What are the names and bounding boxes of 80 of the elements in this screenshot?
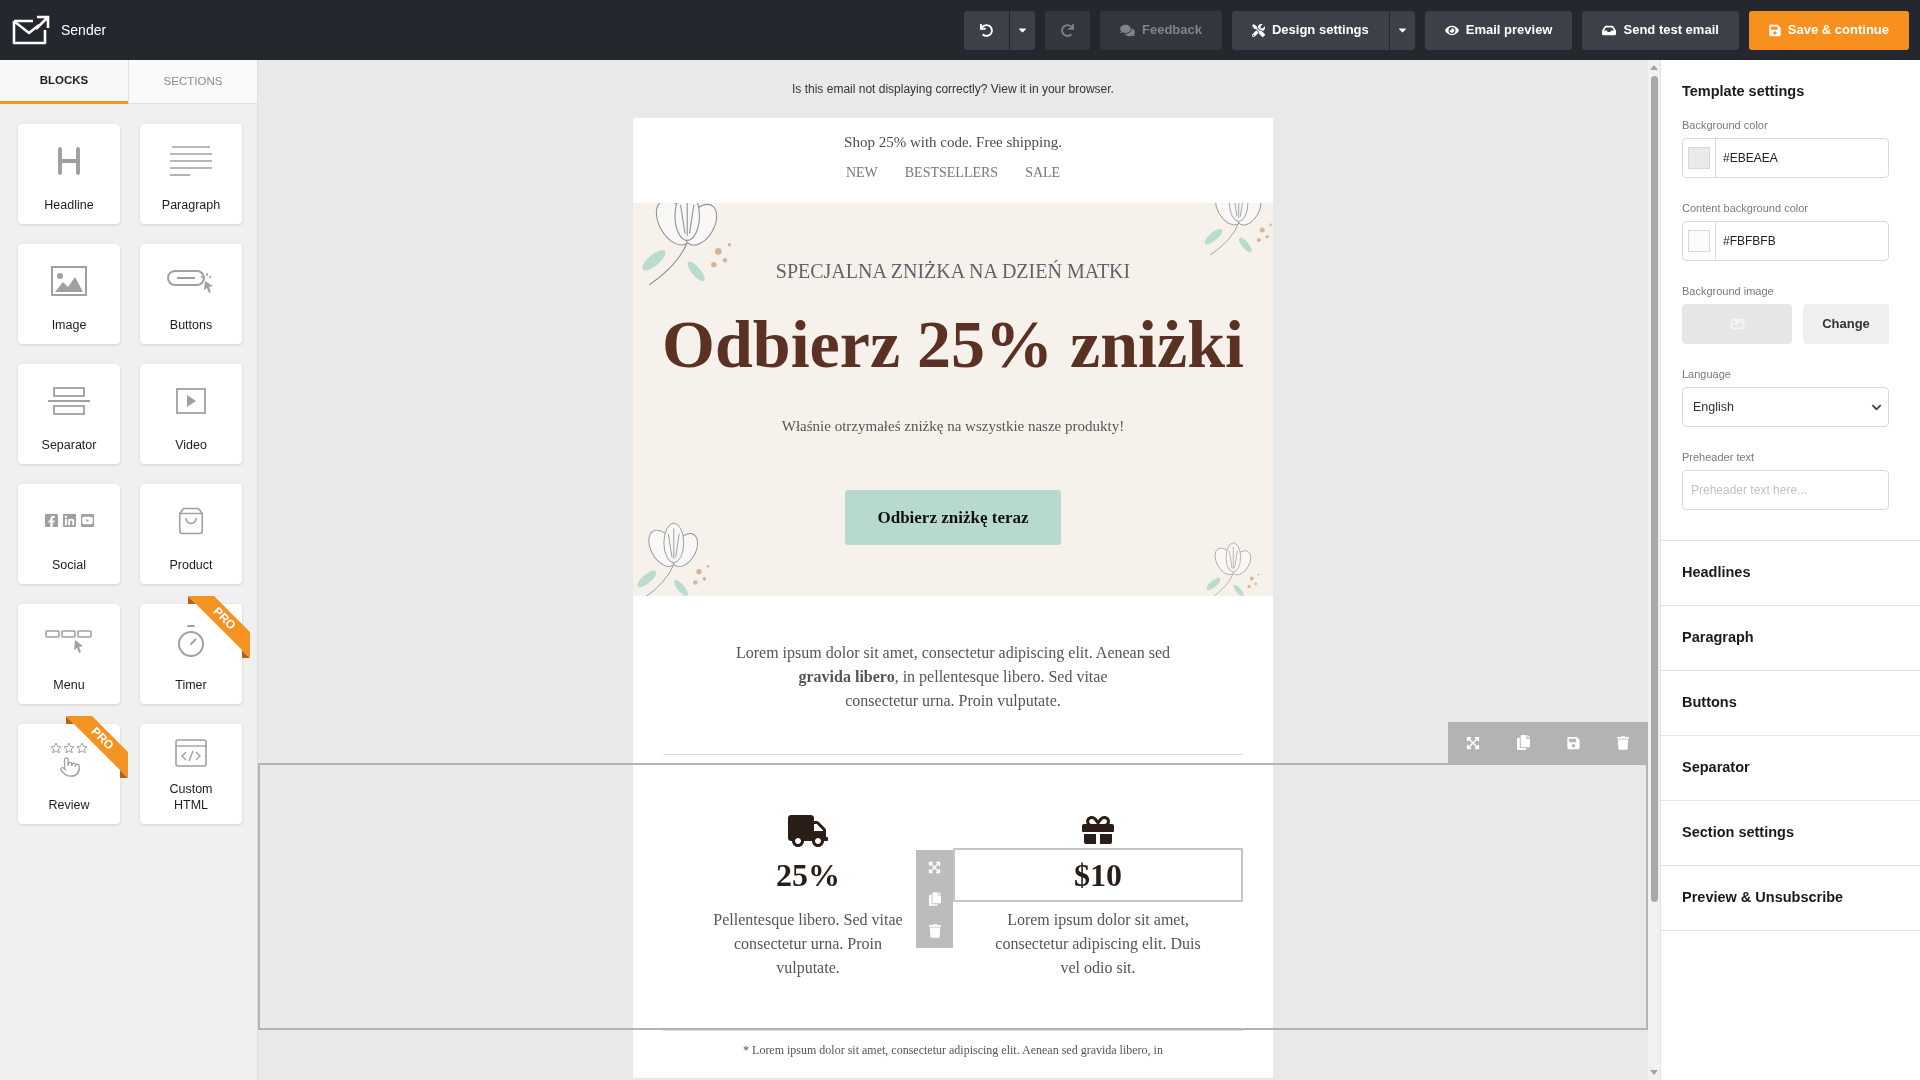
facebook-icon xyxy=(43,513,59,528)
video-icon xyxy=(176,387,206,414)
send-test-button[interactable]: Send test email xyxy=(1582,10,1739,50)
block-card[interactable]: Separator xyxy=(18,364,120,464)
accordion-header[interactable]: Separator xyxy=(1661,736,1920,801)
block-card[interactable]: Buttons xyxy=(140,244,242,344)
dropdown-button[interactable] xyxy=(1009,10,1035,50)
accordion-header[interactable]: Paragraph xyxy=(1661,606,1920,671)
block-card[interactable]: Headline xyxy=(18,124,120,224)
language-select[interactable]: English xyxy=(1682,387,1889,427)
image-placeholder[interactable] xyxy=(1682,304,1792,344)
copy-icon xyxy=(928,892,941,906)
block-card[interactable]: Custom HTML xyxy=(140,724,242,824)
code-window-icon xyxy=(175,738,207,767)
field-label: Background image xyxy=(1682,284,1775,299)
block-card[interactable]: Image xyxy=(18,244,120,344)
trash-icon xyxy=(1617,735,1629,750)
feature-value: 25% xyxy=(776,856,840,895)
design-settings-button[interactable]: Design settings xyxy=(1231,10,1389,50)
youtube-icon xyxy=(79,513,95,528)
undo-icon xyxy=(980,23,993,37)
menu-cursor-icon xyxy=(45,628,93,653)
block-card[interactable]: Menu xyxy=(18,604,120,704)
hero-eyebrow: SPECJALNA ZNIŻKA NA DZIEŃ MATKI xyxy=(775,259,1131,284)
block-card[interactable]: Social xyxy=(18,484,120,584)
change-button[interactable]: Change xyxy=(1803,304,1889,344)
color-field[interactable]: #FBFBFB xyxy=(1682,221,1889,261)
trash-icon xyxy=(928,924,941,938)
email-preview-button[interactable]: Email preview xyxy=(1424,10,1573,50)
image-icon xyxy=(51,265,87,296)
browser-notice: Is this email not displaying correctly? View it in your browser. xyxy=(792,81,1114,98)
brand-name: Sender xyxy=(61,20,107,40)
field-label: Language xyxy=(1682,367,1732,382)
accordion-header[interactable]: Section settings xyxy=(1661,801,1920,866)
footnote-text: * Lorem ipsum dolor sit amet, consectetur adipiscing elit. Aenean sed gravida libero, in xyxy=(742,1042,1164,1058)
truck-icon xyxy=(788,814,828,848)
accordion-header[interactable]: Buttons xyxy=(1661,671,1920,736)
redo-icon xyxy=(1061,23,1074,37)
nav-link[interactable]: SALE xyxy=(1025,163,1061,183)
save-icon xyxy=(1768,23,1781,37)
feature-value: $10 xyxy=(1074,856,1122,895)
copy-icon xyxy=(1516,735,1530,750)
paragraph-icon xyxy=(170,145,212,176)
block-card[interactable]: Video xyxy=(140,364,242,464)
stars-pointer-icon xyxy=(50,741,88,780)
scrollbar-thumb[interactable] xyxy=(1650,76,1658,902)
dropdown-button[interactable] xyxy=(1388,10,1415,50)
preheader-input[interactable]: Preheader text here... xyxy=(1682,470,1889,510)
field-label: Background color xyxy=(1682,118,1769,133)
linkedin-icon xyxy=(61,513,77,528)
feature-text: Pellentesque libero. Sed vitae consectetur urna. Proin vulputate. xyxy=(712,910,904,979)
color-field[interactable]: #EBEAEA xyxy=(1682,138,1889,178)
expand-icon xyxy=(1466,735,1480,750)
undo-button[interactable] xyxy=(964,10,1009,50)
scroll-down-icon[interactable] xyxy=(1650,1070,1658,1075)
envelope-logo-icon xyxy=(12,15,50,45)
hero-subtext: Właśnie otrzymałeś zniżkę na wszystkie nasze produkty! xyxy=(781,417,1125,436)
expand-icon xyxy=(928,860,941,874)
scroll-up-icon[interactable] xyxy=(1650,65,1658,70)
accordion-header[interactable]: Preview & Unsubscribe xyxy=(1661,866,1920,931)
block-card[interactable]: Product xyxy=(140,484,242,584)
accordion-header[interactable]: Headlines xyxy=(1661,541,1920,606)
save-icon xyxy=(1566,735,1580,750)
comments-icon xyxy=(1120,23,1135,37)
field-label: Preheader text xyxy=(1682,450,1756,465)
inbox-icon xyxy=(1602,23,1617,37)
panel-title: Template settings xyxy=(1682,82,1806,101)
nav-link[interactable]: BESTSELLERS xyxy=(904,163,999,183)
field-label: Content background color xyxy=(1682,201,1809,216)
cta-button[interactable]: Odbierz zniżkę teraz xyxy=(845,490,1061,545)
separator-icon xyxy=(48,386,90,415)
intro-paragraph: Lorem ipsum dolor sit amet, consectetur adipiscing elit. Aenean sed gravida libero, in pellentesque libero. Sed vitae consectetur urna. Proin vulputate. xyxy=(735,643,1171,712)
sidebar-tab[interactable]: BLOCKS xyxy=(0,60,128,104)
tools-icon xyxy=(1251,23,1265,37)
feature-text: Lorem ipsum dolor sit amet, consectetur adipiscing elit. Duis vel odio sit. xyxy=(994,910,1202,978)
header-text: Shop 25% with code. Free shipping. xyxy=(844,133,1062,152)
block-card[interactable]: Paragraph xyxy=(140,124,242,224)
nav-link[interactable]: NEW xyxy=(845,163,878,183)
eye-icon xyxy=(1444,23,1459,37)
hero-headline: Odbierz 25% zniżki xyxy=(662,308,1244,380)
